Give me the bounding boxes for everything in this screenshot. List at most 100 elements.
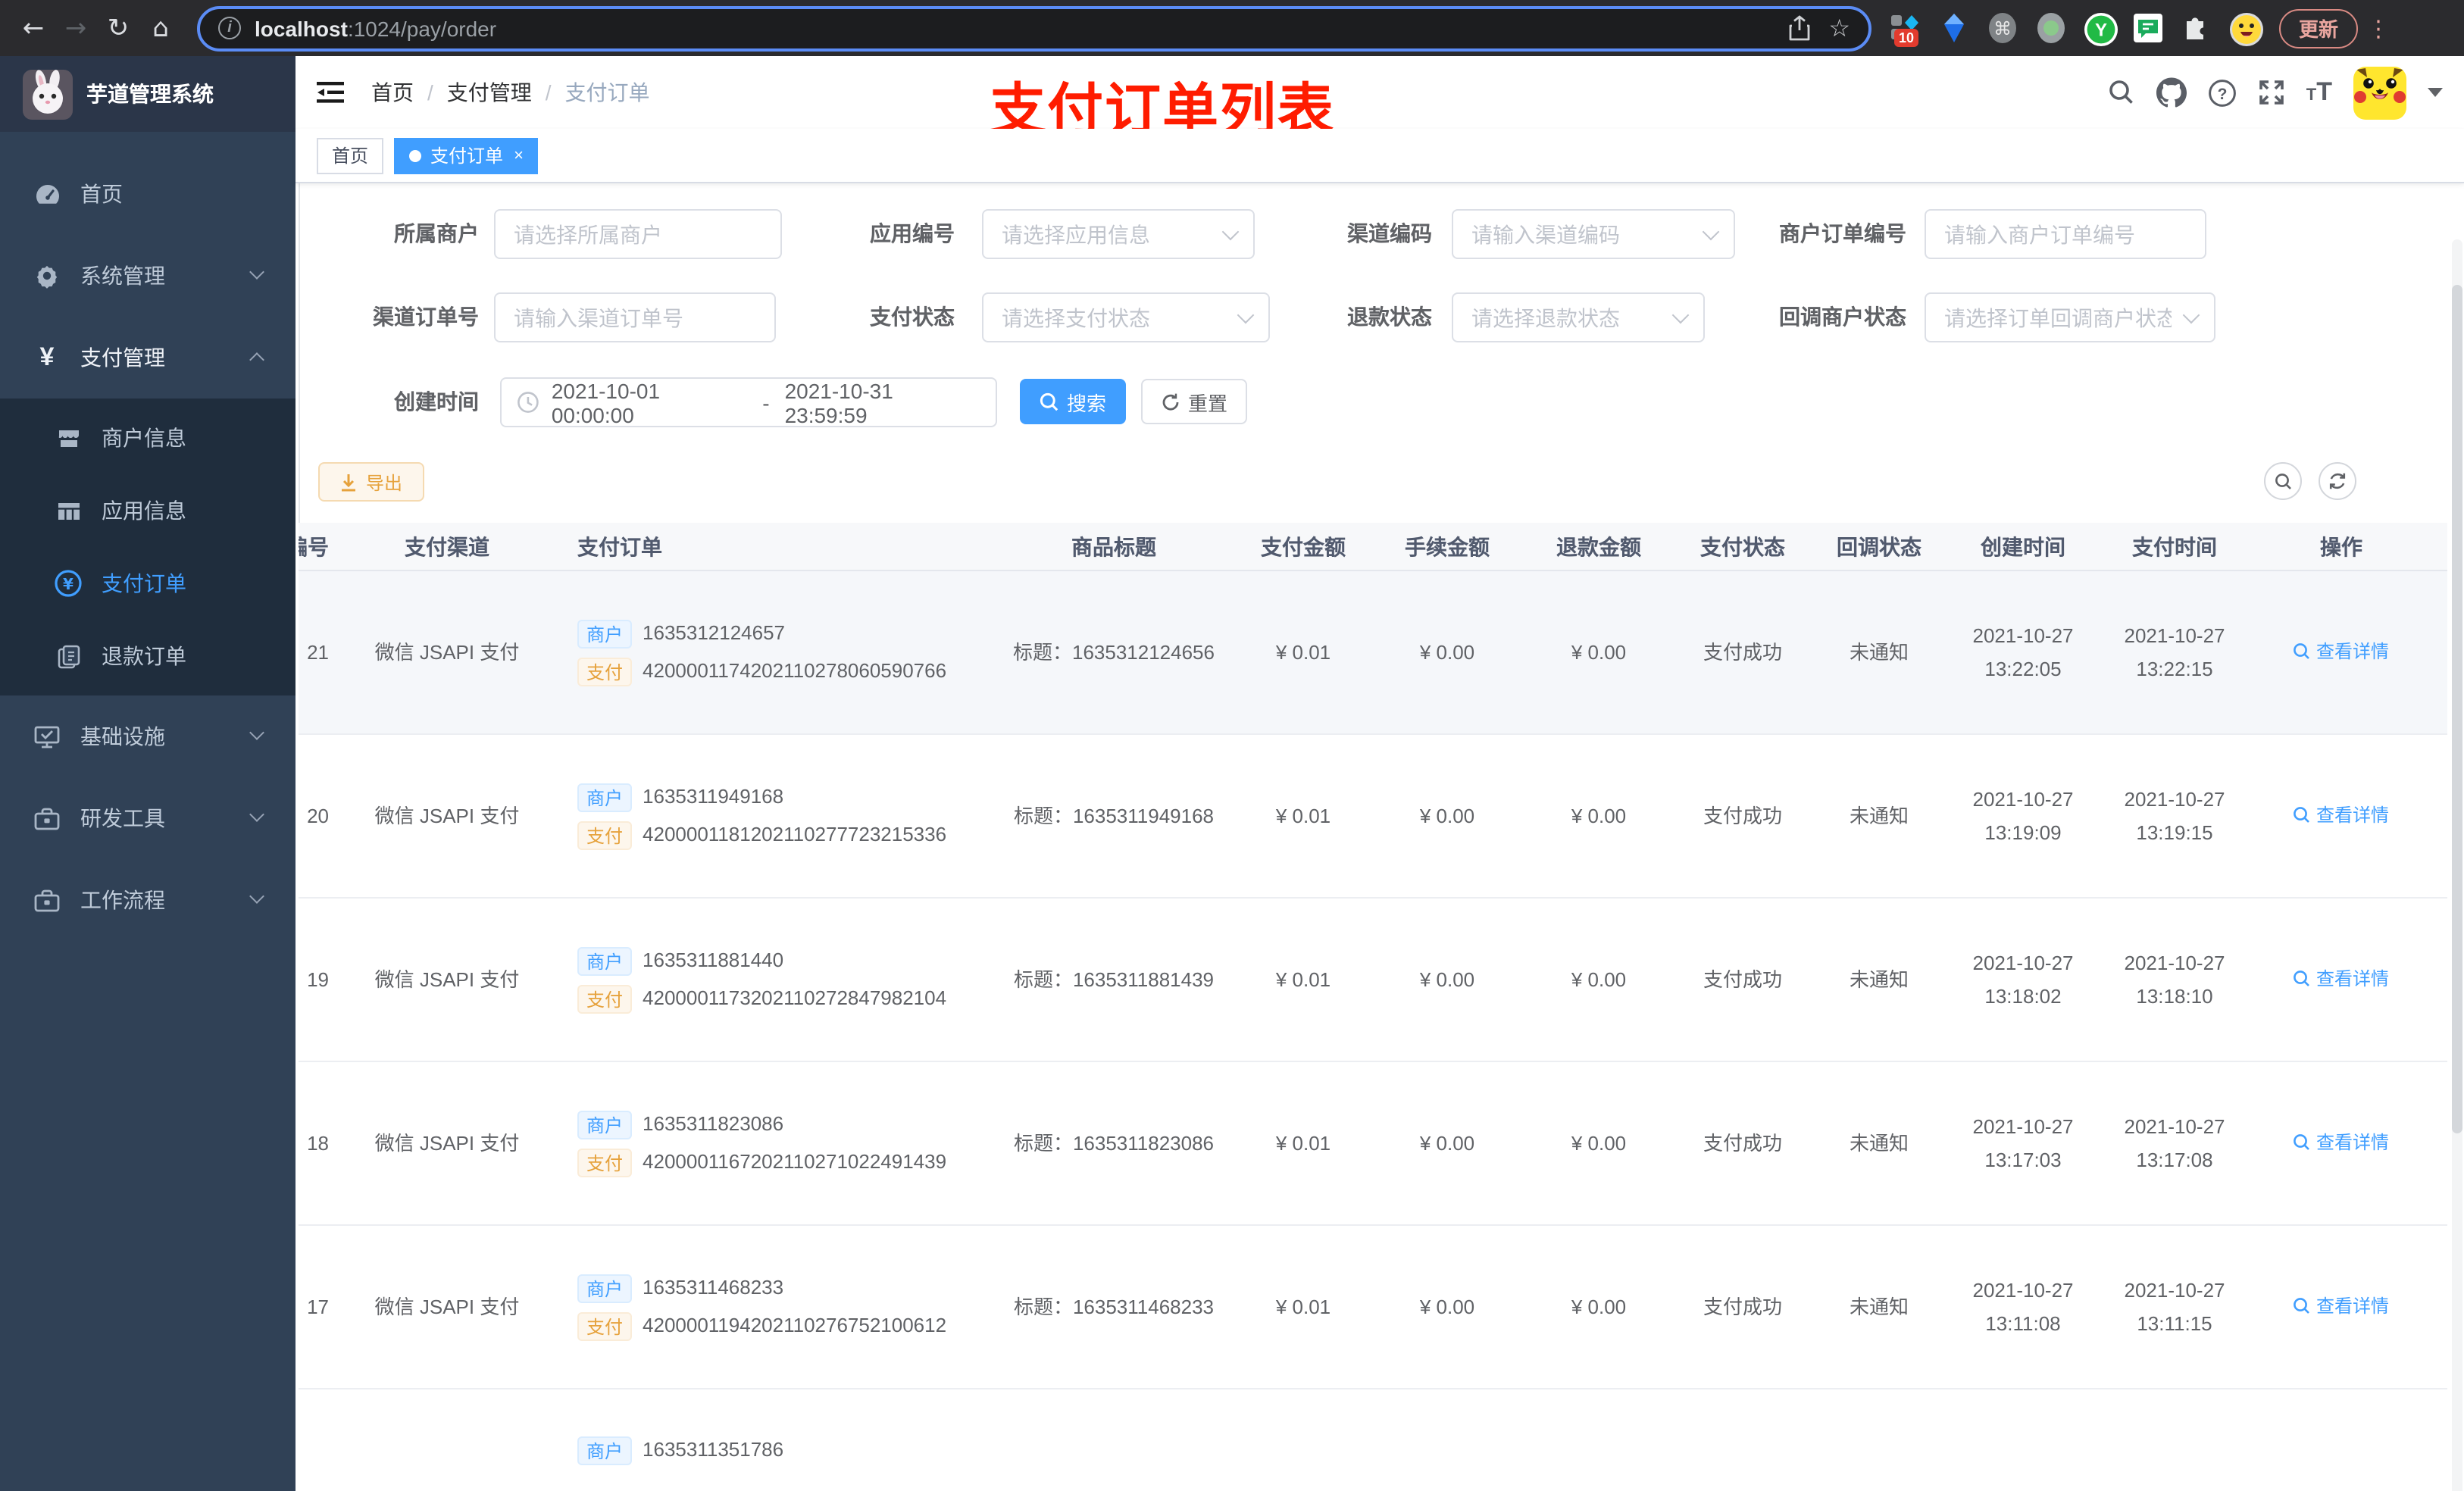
close-tab-icon[interactable]: × (514, 146, 524, 164)
pay-amount: ¥ 0.01 (1275, 640, 1331, 663)
view-detail-link[interactable]: 查看详情 (2294, 799, 2389, 830)
fullscreen-icon[interactable] (2258, 79, 2285, 106)
create-time: 2021-10-27 13:19:09 (1972, 787, 2074, 843)
pay-time: 2021-10-27 13:18:10 (2124, 951, 2225, 1007)
notify-status: 未通知 (1849, 640, 1909, 663)
sidebar-item-payment[interactable]: ¥ 支付管理 (0, 317, 295, 399)
pay-order-no: 4200001194202110276752100612 (643, 1314, 947, 1336)
refresh-table-icon[interactable] (2319, 462, 2356, 500)
view-detail-link[interactable]: 查看详情 (2294, 963, 2389, 993)
filter-label-merchant-order: 商户订单编号 (1779, 221, 1906, 245)
sidebar-item-app-info[interactable]: 应用信息 (0, 474, 295, 547)
breadcrumb-separator: / (545, 80, 552, 105)
browser-menu-icon[interactable]: ⋮ (2367, 14, 2390, 42)
help-icon[interactable]: ? (2208, 78, 2237, 107)
sidebar-item-label: 商户信息 (102, 426, 186, 450)
pay-status-select[interactable] (982, 292, 1270, 342)
user-avatar[interactable] (2353, 66, 2406, 119)
merchant-order-no: 1635312124657 (643, 621, 786, 644)
tab-pay-order[interactable]: 支付订单 × (394, 137, 539, 173)
sidebar-item-refund-order[interactable]: 退款订单 (0, 620, 295, 692)
emoji-profile-icon[interactable] (2229, 12, 2263, 46)
pay-tag: 支付 (577, 984, 633, 1013)
bookmark-star-icon[interactable]: ☆ (1828, 14, 1850, 42)
app-select[interactable] (982, 209, 1255, 259)
table-row: 21 微信 JSAPI 支付 商户 1635312124657 支付 42000… (299, 571, 2447, 735)
gem-extension-icon[interactable] (1938, 12, 1970, 44)
refund-amount: ¥ 0.00 (1571, 1295, 1627, 1318)
order-id: 18 (307, 1131, 329, 1154)
filter-label-pay-status: 支付状态 (870, 305, 955, 329)
scrollbar-thumb[interactable] (2452, 285, 2462, 1133)
sidebar-item-label: 基础设施 (80, 724, 165, 749)
font-size-icon[interactable]: TT (2306, 77, 2332, 108)
pay-tag: 支付 (577, 1311, 633, 1340)
shop-icon (55, 424, 82, 452)
site-info-icon[interactable]: i (218, 17, 241, 39)
chevron-down-icon (249, 807, 264, 822)
pay-time: 2021-10-27 13:11:15 (2124, 1278, 2225, 1334)
view-detail-link[interactable]: 查看详情 (2294, 636, 2389, 666)
browser-address-bar[interactable]: i localhost:1024/pay/order ☆ (197, 5, 1871, 51)
sidebar-item-infrastructure[interactable]: 基础设施 (0, 695, 295, 777)
y-extension-icon[interactable]: Y (2084, 12, 2118, 46)
col-id: 编号 (299, 534, 329, 558)
refund-status-select[interactable] (1452, 292, 1705, 342)
merchant-order-no: 1635311881440 (643, 949, 784, 971)
briefcase-icon (33, 886, 61, 914)
share-icon[interactable] (1787, 15, 1810, 41)
refund-amount: ¥ 0.00 (1571, 804, 1627, 827)
browser-home-icon[interactable]: ⌂ (139, 13, 182, 43)
extensions-puzzle-icon[interactable] (2181, 12, 2212, 44)
pay-channel: 微信 JSAPI 支付 (374, 1295, 520, 1318)
avatar-caret-icon[interactable] (2428, 88, 2443, 97)
logo-avatar (23, 69, 73, 119)
browser-toolbar: ← → ↻ ⌂ i localhost:1024/pay/order ☆ 10 … (0, 0, 2464, 56)
export-button[interactable]: 导出 (318, 462, 424, 502)
channel-order-input[interactable] (494, 292, 776, 342)
sidebar-item-home[interactable]: 首页 (0, 153, 295, 235)
browser-update-button[interactable]: 更新 (2279, 8, 2359, 48)
browser-back-icon[interactable]: ← (12, 13, 55, 43)
channel-code-input[interactable] (1452, 209, 1735, 259)
create-time-range-picker[interactable]: 2021-10-01 00:00:00 - 2021-10-31 23:59:5… (500, 377, 997, 427)
table-row: 17 微信 JSAPI 支付 商户 1635311468233 支付 42000… (299, 1226, 2447, 1389)
date-start: 2021-10-01 00:00:00 (551, 378, 661, 427)
recorder-extension-icon[interactable] (2035, 12, 2067, 44)
sidebar-logo[interactable]: 芋道管理系统 (0, 56, 295, 132)
sidebar-item-merchant-info[interactable]: 商户信息 (0, 402, 295, 474)
fee-amount: ¥ 0.00 (1419, 640, 1475, 663)
notify-status-select[interactable] (1925, 292, 2215, 342)
sidebar-item-dev-tools[interactable]: 研发工具 (0, 777, 295, 859)
browser-reload-icon[interactable]: ↻ (97, 13, 139, 43)
view-detail-link[interactable]: 查看详情 (2294, 1127, 2389, 1157)
command-extension-icon[interactable]: ⌘ (1987, 12, 2018, 44)
search-button[interactable]: 搜索 (1020, 379, 1126, 424)
table-row: 20 微信 JSAPI 支付 商户 1635311949168 支付 42000… (299, 735, 2447, 899)
breadcrumb-home[interactable]: 首页 (371, 77, 414, 108)
search-icon[interactable] (2108, 79, 2135, 106)
view-detail-link[interactable]: 查看详情 (2294, 1290, 2389, 1321)
github-icon[interactable] (2156, 77, 2187, 108)
browser-forward-icon[interactable]: → (55, 13, 97, 43)
sidebar-item-pay-order[interactable]: ¥ 支付订单 (0, 547, 295, 620)
sidebar-item-system[interactable]: 系统管理 (0, 235, 295, 317)
filter-label-refund-status: 退款状态 (1347, 305, 1432, 329)
filter-label-notify-status: 回调商户状态 (1779, 305, 1906, 329)
url-text[interactable]: localhost:1024/pay/order (255, 16, 1769, 40)
breadcrumb-pay-mgmt[interactable]: 支付管理 (447, 77, 532, 108)
toggle-search-icon[interactable] (2264, 462, 2302, 500)
sidebar-toggle-icon[interactable] (317, 80, 344, 105)
merchant-order-input[interactable] (1925, 209, 2206, 259)
product-title: 标题：1635312124656 (1012, 640, 1215, 663)
tab-manager-extension-icon[interactable]: 10 (1890, 12, 1921, 47)
merchant-select[interactable] (494, 209, 782, 259)
reset-button[interactable]: 重置 (1141, 379, 1247, 424)
sidebar-item-workflow[interactable]: 工作流程 (0, 859, 295, 941)
vertical-scrollbar[interactable] (2452, 239, 2462, 1491)
chat-extension-icon[interactable] (2132, 12, 2164, 44)
create-time: 2021-10-27 13:17:03 (1972, 1114, 2074, 1171)
col-actions: 操作 (2320, 534, 2362, 558)
tab-home[interactable]: 首页 (317, 137, 384, 173)
pay-order-no: 4200001181202110277723215336 (643, 823, 947, 846)
